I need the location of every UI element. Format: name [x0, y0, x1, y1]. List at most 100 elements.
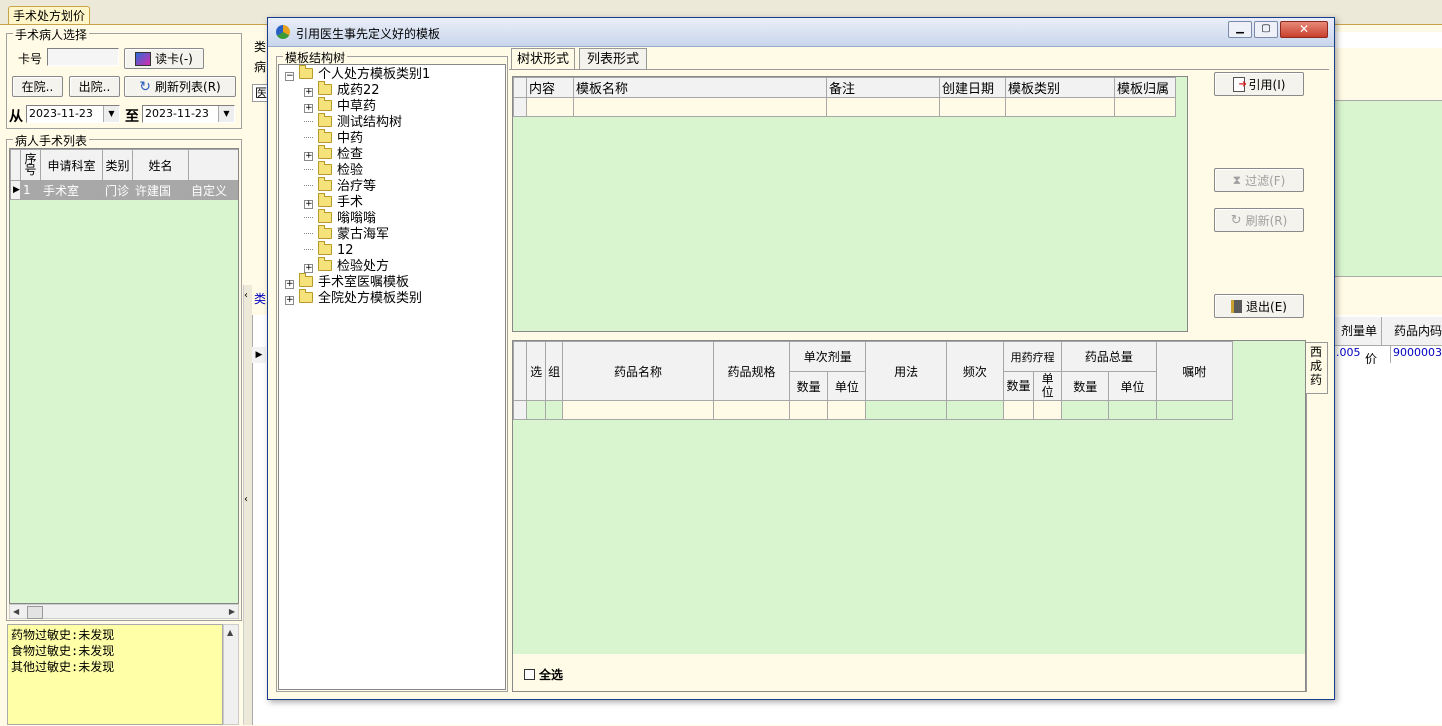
tree-node[interactable]: + 检查 [279, 145, 505, 163]
col-header[interactable]: 类别 [102, 149, 133, 181]
col-header[interactable]: 单位 [1108, 371, 1157, 401]
checkbox-box[interactable] [524, 669, 535, 680]
tree-node[interactable]: 12 [279, 241, 505, 259]
splitter-bar[interactable] [243, 285, 252, 725]
col-header[interactable]: 模板类别 [1005, 77, 1115, 98]
col-header[interactable]: 选 [526, 341, 547, 401]
patient-list-hscrollbar[interactable]: ◀ ▶ [9, 604, 239, 619]
tree-node[interactable]: 嗡嗡嗡 [279, 209, 505, 227]
tree-node[interactable]: + 中草药 [279, 97, 505, 115]
maximize-button[interactable]: ▢ [1254, 21, 1278, 38]
expand-plus-icon[interactable]: + [304, 88, 313, 97]
cell[interactable] [1005, 97, 1115, 117]
cell[interactable] [939, 97, 1006, 117]
col-header[interactable]: 频次 [945, 341, 1005, 401]
tab-tree-view[interactable]: 树状形式 [511, 48, 575, 70]
table-row[interactable] [513, 400, 1234, 420]
tree-node[interactable]: 中药 [279, 129, 505, 147]
col-header[interactable]: 序号 [20, 149, 41, 181]
cell[interactable] [1155, 400, 1234, 420]
collapse-minus-icon[interactable]: − [285, 72, 294, 81]
col-header[interactable]: 模板名称 [573, 77, 827, 98]
cell[interactable] [1033, 400, 1063, 420]
col-header[interactable]: 模板归属 [1114, 77, 1176, 98]
main-tab[interactable]: 手术处方划价 [8, 6, 90, 24]
col-header[interactable]: 单次剂量 [789, 341, 867, 372]
select-all-checkbox[interactable]: 全选 [524, 666, 563, 683]
cell[interactable] [789, 400, 829, 420]
read-card-button[interactable]: 读卡(-) [124, 48, 204, 69]
expand-plus-icon[interactable]: + [304, 152, 313, 161]
cell[interactable] [827, 400, 867, 420]
cell[interactable] [526, 97, 574, 117]
scroll-up-icon[interactable]: ▲ [227, 628, 233, 637]
close-button[interactable]: ✕ [1280, 21, 1328, 38]
tree-node[interactable]: + 检验处方 [279, 257, 505, 275]
cell[interactable] [1002, 400, 1035, 420]
cell[interactable] [826, 97, 940, 117]
in-hospital-button[interactable]: 在院.. [12, 76, 63, 97]
tree-node[interactable]: 测试结构树 [279, 113, 505, 131]
scroll-left-icon[interactable]: ◀ [13, 607, 19, 616]
col-header[interactable]: 创建日期 [939, 77, 1006, 98]
col-header[interactable]: 申请科室 [40, 149, 103, 181]
allergy-vscrollbar[interactable]: ▲ [223, 624, 239, 725]
tree-node[interactable]: 蒙古海军 [279, 225, 505, 243]
col-header[interactable]: 数量 [1002, 371, 1035, 401]
col-header[interactable]: 药品规格 [712, 341, 791, 401]
side-tab-western-drug[interactable]: 西成药 [1306, 342, 1328, 394]
col-header[interactable]: 姓名 [132, 149, 189, 181]
col-header[interactable]: 剂量单价 [1334, 317, 1382, 366]
refresh-button[interactable]: ↻ 刷新(R) [1214, 208, 1304, 232]
tree-node[interactable]: + 手术 [279, 193, 505, 211]
cite-button[interactable]: ➜ 引用(I) [1214, 72, 1304, 96]
chevron-down-icon[interactable]: ▼ [218, 106, 234, 122]
col-header[interactable]: 内容 [526, 77, 574, 98]
filter-button[interactable]: ⧗ 过滤(F) [1214, 168, 1304, 192]
col-header[interactable]: 单位 [1033, 371, 1063, 401]
cell[interactable] [573, 97, 827, 117]
cell[interactable] [1108, 400, 1157, 420]
expand-plus-icon[interactable]: + [304, 104, 313, 113]
col-header[interactable]: 用药疗程 [1002, 341, 1063, 372]
tree-node[interactable]: − 个人处方模板类别1 [279, 65, 505, 83]
tree-node[interactable]: + 全院处方模板类别 [279, 289, 505, 307]
tree-node[interactable]: 检验 [279, 161, 505, 179]
col-header[interactable]: 手术 [188, 149, 238, 181]
expand-plus-icon[interactable]: + [304, 264, 313, 273]
minimize-button[interactable]: ▁ [1228, 21, 1252, 38]
cell[interactable] [545, 400, 564, 420]
col-header[interactable]: 药品总量 [1061, 341, 1157, 372]
tab-list-view[interactable]: 列表形式 [579, 48, 647, 70]
dialog-titlebar[interactable]: 引用医生事先定义好的模板 ▁ ▢ ✕ [268, 18, 1334, 47]
cell[interactable] [1061, 400, 1110, 420]
col-header[interactable]: 单位 [827, 371, 867, 401]
exit-button[interactable]: 退出(E) [1214, 294, 1304, 318]
scroll-right-icon[interactable]: ▶ [229, 607, 235, 616]
scroll-thumb[interactable] [27, 606, 43, 619]
table-row[interactable]: ▶ 1 手术室 门诊 许建国 自定义 [10, 180, 238, 200]
cell[interactable] [1114, 97, 1176, 117]
col-header[interactable]: 数量 [1061, 371, 1110, 401]
col-header[interactable]: 嘱咐 [1155, 341, 1234, 401]
col-header[interactable]: 用法 [865, 341, 947, 401]
card-input[interactable] [47, 48, 119, 66]
cell[interactable] [865, 400, 947, 420]
from-date-picker[interactable]: 2023-11-23 ▼ [26, 105, 120, 123]
expand-plus-icon[interactable]: + [285, 296, 294, 305]
col-header[interactable]: 药品内码 [1382, 317, 1442, 345]
col-header[interactable]: 药品名称 [562, 341, 714, 401]
cell[interactable] [712, 400, 791, 420]
refresh-list-button[interactable]: ↻ 刷新列表(R) [124, 76, 236, 97]
cell[interactable] [562, 400, 714, 420]
out-hospital-button[interactable]: 出院.. [69, 76, 120, 97]
tree-node[interactable]: + 成药22 [279, 81, 505, 99]
col-header[interactable]: 数量 [789, 371, 829, 401]
to-date-picker[interactable]: 2023-11-23 ▼ [142, 105, 235, 123]
tree-node[interactable]: + 手术室医嘱模板 [279, 273, 505, 291]
col-header[interactable]: 组 [545, 341, 564, 401]
tree-node[interactable]: 治疗等 [279, 177, 505, 195]
cell[interactable] [526, 400, 547, 420]
col-header[interactable]: 备注 [826, 77, 940, 98]
expand-plus-icon[interactable]: + [285, 280, 294, 289]
